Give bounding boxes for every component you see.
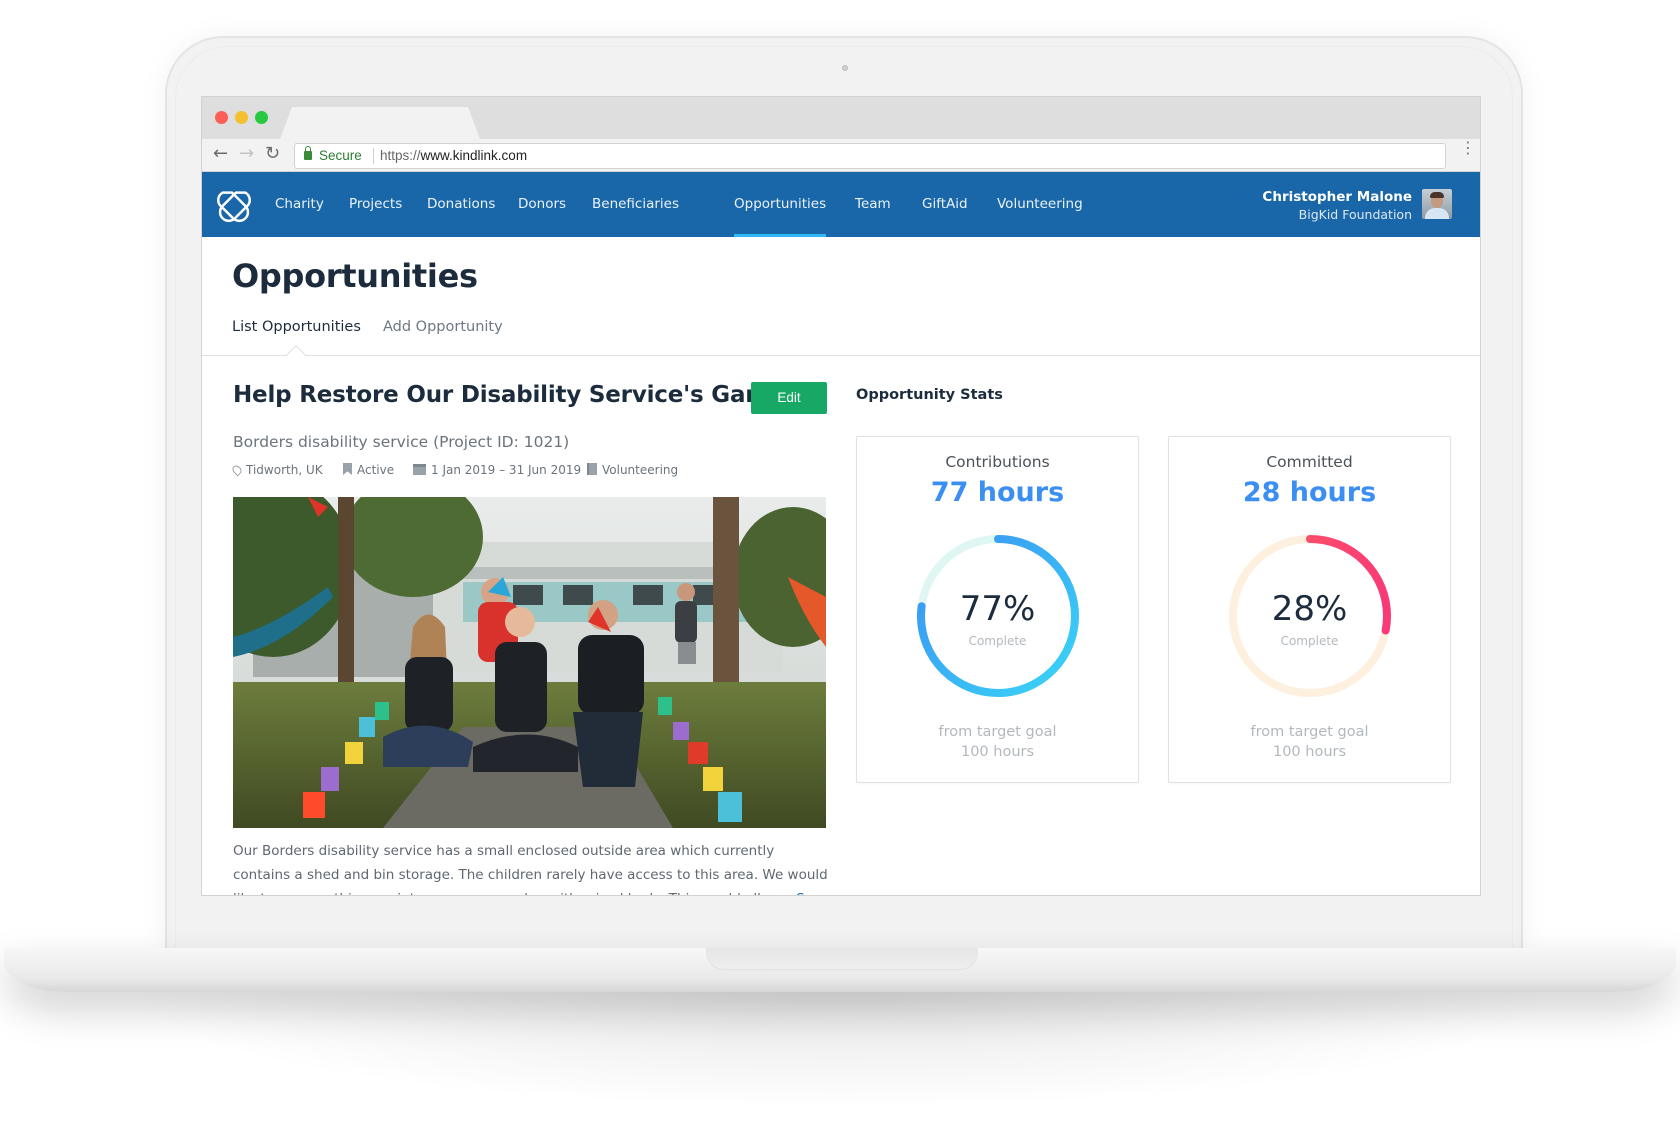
tab-add-opportunity[interactable]: Add Opportunity bbox=[383, 319, 503, 335]
book-icon bbox=[587, 463, 597, 475]
browser-toolbar: ← → ↻ Secure https://www.kindlink.com ⋮ bbox=[202, 139, 1480, 172]
stat-goal: from target goal 100 hours bbox=[1250, 724, 1369, 760]
address-separator bbox=[373, 148, 374, 164]
edit-button[interactable]: Edit bbox=[751, 382, 827, 414]
nav-item-volunteering[interactable]: Volunteering bbox=[997, 172, 1083, 237]
browser-tab[interactable] bbox=[280, 107, 480, 139]
stat-label: Committed bbox=[1266, 453, 1353, 471]
page-title: Opportunities bbox=[232, 257, 478, 295]
laptop-shadow bbox=[120, 990, 1560, 1110]
user-name: Christopher Malone bbox=[1262, 189, 1412, 205]
close-window-button[interactable] bbox=[215, 111, 228, 124]
calendar-icon bbox=[413, 464, 426, 475]
avatar[interactable] bbox=[1422, 189, 1452, 219]
minimize-window-button[interactable] bbox=[235, 111, 248, 124]
meta-dates: 1 Jan 2019 – 31 Jun 2019 bbox=[413, 463, 581, 477]
bookmark-icon bbox=[343, 463, 352, 475]
project-line: Borders disability service (Project ID: … bbox=[233, 433, 570, 451]
reload-icon[interactable]: ↻ bbox=[265, 144, 280, 164]
stat-percent: 28% bbox=[1271, 589, 1348, 629]
location-pin-icon bbox=[230, 463, 244, 477]
stat-goal: from target goal 100 hours bbox=[938, 724, 1057, 760]
header-divider bbox=[202, 355, 1480, 356]
address-bar[interactable]: Secure https://www.kindlink.com bbox=[294, 143, 1446, 169]
stat-card-committed: Committed 28 hours 28% Complete from tar… bbox=[1168, 436, 1451, 783]
url-text: https://www.kindlink.com bbox=[380, 148, 528, 163]
stats-title: Opportunity Stats bbox=[856, 387, 1003, 403]
stat-complete-label: Complete bbox=[1280, 634, 1339, 648]
browser-menu-icon[interactable]: ⋮ bbox=[1460, 140, 1476, 156]
nav-item-projects[interactable]: Projects bbox=[349, 172, 402, 237]
meta-location: Tidworth, UK bbox=[230, 463, 323, 477]
browser-tab-bar bbox=[202, 97, 1480, 139]
user-organization: BigKid Foundation bbox=[1298, 207, 1412, 222]
opportunity-title: Help Restore Our Disability Service's Ga… bbox=[233, 382, 805, 408]
stat-label: Contributions bbox=[945, 453, 1050, 471]
back-arrow-icon[interactable]: ← bbox=[213, 144, 228, 164]
nav-item-beneficiaries[interactable]: Beneficiaries bbox=[592, 172, 679, 237]
lock-icon bbox=[304, 146, 312, 160]
stat-value: 28 hours bbox=[1242, 477, 1377, 508]
nav-item-team[interactable]: Team bbox=[855, 172, 891, 237]
meta-status: Active bbox=[343, 463, 394, 477]
opportunity-photo bbox=[233, 497, 826, 828]
nav-item-donors[interactable]: Donors bbox=[518, 172, 566, 237]
main-nav: Charity Projects Donations Donors Benefi… bbox=[202, 172, 1480, 237]
nav-item-charity[interactable]: Charity bbox=[275, 172, 324, 237]
nav-item-giftaid[interactable]: GiftAid bbox=[922, 172, 968, 237]
laptop-notch bbox=[706, 948, 978, 970]
kindlink-logo-icon[interactable] bbox=[215, 186, 253, 224]
maximize-window-button[interactable] bbox=[255, 111, 268, 124]
forward-arrow-icon[interactable]: → bbox=[239, 144, 254, 164]
nav-item-opportunities[interactable]: Opportunities bbox=[734, 172, 827, 237]
browser-window: ← → ↻ Secure https://www.kindlink.com ⋮ … bbox=[201, 96, 1481, 896]
nav-item-donations[interactable]: Donations bbox=[427, 172, 495, 237]
tab-list-opportunities[interactable]: List Opportunities bbox=[232, 319, 361, 335]
stat-complete-label: Complete bbox=[968, 634, 1027, 648]
stat-percent: 77% bbox=[959, 589, 1036, 629]
secure-label: Secure bbox=[319, 148, 362, 163]
active-tab-caret bbox=[286, 345, 306, 365]
meta-category: Volunteering bbox=[587, 463, 678, 477]
opportunity-description: Our Borders disability service has a sma… bbox=[233, 839, 833, 895]
user-menu[interactable]: Christopher Malone BigKid Foundation bbox=[1262, 188, 1412, 223]
stat-value: 77 hours bbox=[930, 477, 1065, 508]
laptop-camera bbox=[842, 65, 848, 71]
stat-card-contributions: Contributions 77 hours 77% Complete from… bbox=[856, 436, 1139, 783]
